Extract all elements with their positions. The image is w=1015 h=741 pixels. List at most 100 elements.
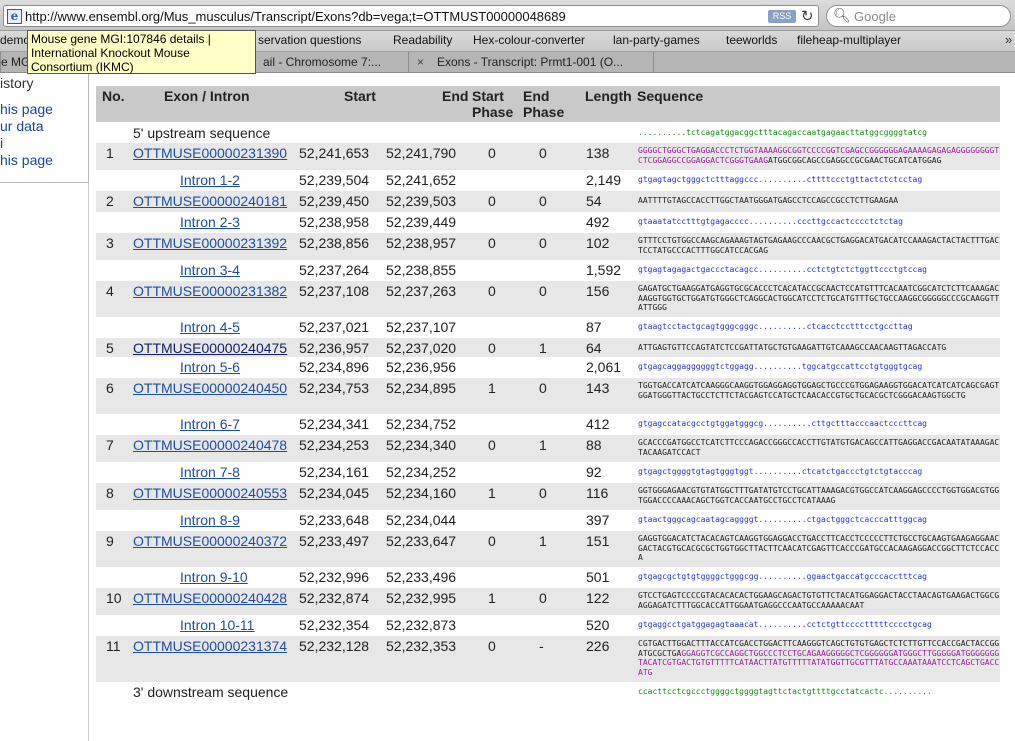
- exon-link[interactable]: OTTMUSE00000240372: [133, 533, 287, 549]
- end-cell: 52,237,020: [386, 340, 457, 356]
- end-cell: 52,239,449: [386, 214, 457, 230]
- start-cell: 52,237,108: [299, 283, 370, 299]
- intron-row: Intron 9-10 52,232,996 52,233,496 501 gtgagc…: [96, 567, 1000, 588]
- start-cell: 52,234,161: [299, 464, 370, 480]
- reload-icon[interactable]: ↻: [801, 7, 814, 25]
- tab-close-icon[interactable]: ×: [417, 52, 424, 72]
- intron-link[interactable]: Intron 3-4: [180, 262, 240, 278]
- start-phase-cell: 1: [488, 380, 496, 396]
- start-cell: 52,234,341: [299, 416, 370, 432]
- sequence-cell: GAGGTGGACATCTACACAGTCAAGGTGGAGGACCTGACCT…: [638, 534, 1000, 563]
- row-number: 9: [106, 533, 114, 549]
- intron-link[interactable]: Intron 2-3: [180, 214, 240, 230]
- length-cell: 92: [586, 464, 602, 480]
- intron-link[interactable]: Intron 9-10: [180, 569, 248, 585]
- sequence-cell: CGTGACTTGGACTTTACCATCGACCTGGACTTCAAGGGTC…: [638, 639, 1000, 677]
- sequence-cell: TGGTGACCATCATCAAGGGCAAGGTGGAGGAGGTGGAGCT…: [638, 381, 1000, 400]
- end-phase-cell: -: [539, 638, 544, 654]
- bookmark-item[interactable]: servation questions: [258, 33, 361, 47]
- url-bar: e http://www.ensembl.org/Mus_musculus/Tr…: [0, 0, 1015, 31]
- intron-row: Intron 5-6 52,234,896 52,236,956 2,061 gtgag…: [96, 357, 1000, 378]
- bookmark-item[interactable]: Readability: [393, 33, 452, 47]
- row-number: 8: [106, 485, 114, 501]
- bookmark-item[interactable]: Hex-colour-converter: [473, 33, 585, 47]
- intron-link[interactable]: Intron 4-5: [180, 319, 240, 335]
- exon-row: 2 OTTMUSE00000240181 52,239,450 52,239,503 0…: [96, 191, 1000, 212]
- length-cell: 122: [586, 590, 610, 606]
- length-cell: 116: [586, 485, 609, 501]
- rss-button[interactable]: RSS: [768, 10, 796, 23]
- search-field[interactable]: 🔍︎ Google: [826, 5, 1011, 27]
- address-text[interactable]: http://www.ensembl.org/Mus_musculus/Tran…: [25, 9, 566, 24]
- end-cell: 52,237,263: [386, 283, 457, 299]
- intron-link[interactable]: Intron 7-8: [180, 464, 240, 480]
- end-cell: 52,241,790: [386, 145, 457, 161]
- sequence-segment: gtgagcaggaggggggtctggagg..........tggcat…: [638, 362, 923, 371]
- exon-link[interactable]: OTTMUSE00000231382: [133, 283, 287, 299]
- header-end: End: [442, 88, 469, 104]
- length-cell: 138: [586, 145, 610, 161]
- sequence-cell: gtgaggcctgatggagagtaaacat..........cctct…: [638, 620, 1000, 630]
- exon-link[interactable]: OTTMUSE00000231392: [133, 235, 287, 251]
- header-end-phase: End Phase: [523, 88, 565, 120]
- bookmarks-overflow-icon[interactable]: »: [1005, 32, 1012, 47]
- sequence-cell: gtgagcgctgtgtggggctgggcgg..........ggaac…: [638, 572, 1000, 582]
- bookmark-item[interactable]: lan-party-games: [613, 33, 700, 47]
- search-icon: 🔍︎: [833, 7, 851, 23]
- bookmark-item[interactable]: demo: [0, 33, 30, 47]
- end-cell: 52,238,855: [386, 262, 457, 278]
- start-phase-cell: 0: [488, 533, 496, 549]
- exon-link[interactable]: OTTMUSE00000240428: [133, 590, 287, 606]
- length-cell: 2,149: [586, 172, 622, 188]
- intron-row: Intron 8-9 52,233,648 52,234,044 397 gtaactg…: [96, 510, 1000, 531]
- intron-link[interactable]: Intron 6-7: [180, 416, 240, 432]
- end-phase-cell: 0: [539, 235, 547, 251]
- tab[interactable]: e MG: [0, 52, 30, 73]
- row-number: 5: [106, 340, 114, 356]
- end-cell: 52,232,353: [386, 638, 457, 654]
- bookmark-item[interactable]: teeworlds: [726, 33, 777, 47]
- flank-row: 5' upstream sequence ..........tctcagatgg…: [96, 123, 1000, 143]
- bookmark-item[interactable]: fileheap-multiplayer: [797, 33, 901, 47]
- intron-link[interactable]: Intron 8-9: [180, 512, 240, 528]
- sidebar-item-history[interactable]: istory: [0, 75, 33, 91]
- intron-link[interactable]: Intron 5-6: [180, 359, 240, 375]
- intron-link[interactable]: Intron 10-11: [180, 617, 254, 633]
- intron-row: Intron 7-8 52,234,161 52,234,252 92 gtgagctg…: [96, 462, 1000, 483]
- exon-row: 10 OTTMUSE00000240428 52,232,874 52,232,995…: [96, 588, 1000, 615]
- exon-table: No. Exon / Intron Start End Start Phase …: [96, 86, 1000, 741]
- sequence-cell: gtgagtagagactgaccctacagcc..........cctct…: [638, 265, 1000, 275]
- exon-link[interactable]: OTTMUSE00000240450: [133, 380, 287, 396]
- exon-link[interactable]: OTTMUSE00000240181: [133, 193, 287, 209]
- exon-link[interactable]: OTTMUSE00000240475: [133, 340, 287, 356]
- exon-link[interactable]: OTTMUSE00000231390: [133, 145, 287, 161]
- end-cell: 52,234,252: [386, 464, 457, 480]
- search-placeholder[interactable]: Google: [854, 9, 896, 24]
- header-no: No.: [102, 88, 125, 104]
- end-cell: 52,237,107: [386, 319, 457, 335]
- exon-link[interactable]: OTTMUSE00000231374: [133, 638, 287, 654]
- sidebar-item-link[interactable]: his page: [0, 152, 53, 168]
- sequence-segment: gtgagtagctgggctctttaggccc..........ctttt…: [638, 175, 923, 184]
- sequence-segment: gtgagtagagactgaccctacagcc..........cctct…: [638, 265, 927, 274]
- start-cell: 52,232,874: [299, 590, 370, 606]
- intron-link[interactable]: Intron 1-2: [180, 172, 240, 188]
- address-field[interactable]: e http://www.ensembl.org/Mus_musculus/Tr…: [3, 5, 819, 27]
- exon-row: 5 OTTMUSE00000240475 52,236,957 52,237,020 0…: [96, 338, 1000, 357]
- start-phase-cell: 1: [488, 485, 496, 501]
- end-cell: 52,234,895: [386, 380, 457, 396]
- sequence-segment: GTCCTGAGTCCCCGTACACACACTGGAAGCAGACTGTGTT…: [638, 591, 1000, 610]
- start-cell: 52,233,648: [299, 512, 370, 528]
- exon-link[interactable]: OTTMUSE00000240553: [133, 485, 287, 501]
- end-phase-cell: 1: [539, 437, 547, 453]
- sidebar-item-link[interactable]: ur data: [0, 118, 44, 134]
- exon-link[interactable]: OTTMUSE00000240478: [133, 437, 287, 453]
- tab[interactable]: ail - Chromosome 7:...: [252, 52, 408, 73]
- sidebar-item-link[interactable]: his page: [0, 101, 53, 117]
- start-phase-cell: 0: [488, 638, 496, 654]
- end-cell: 52,232,995: [386, 590, 457, 606]
- length-cell: 151: [586, 533, 610, 549]
- exon-row: 7 OTTMUSE00000240478 52,234,253 52,234,340 0…: [96, 435, 1000, 462]
- length-cell: 397: [586, 512, 610, 528]
- tab-active[interactable]: Exons - Transcript: Prmt1-001 (O...: [408, 52, 653, 73]
